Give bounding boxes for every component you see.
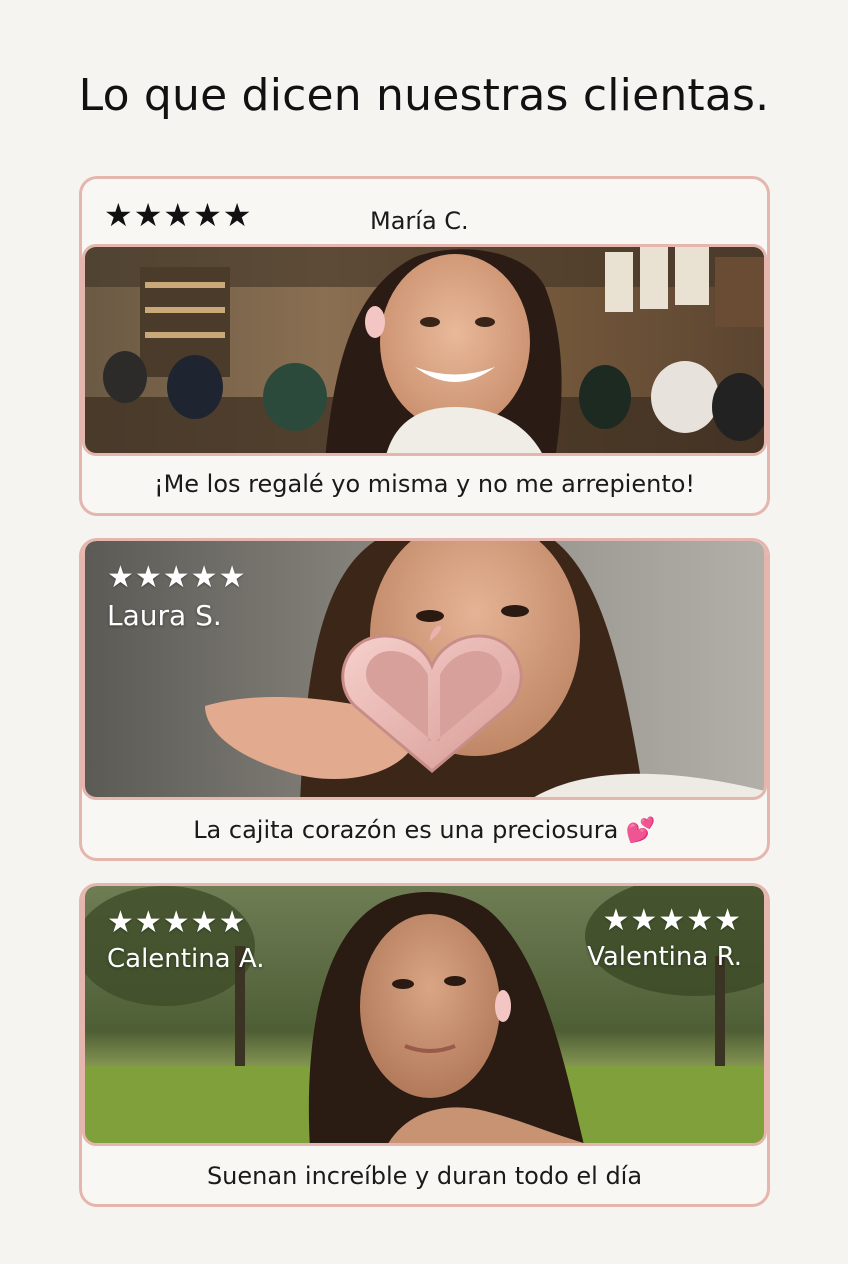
reviewer-name: María C.	[370, 207, 469, 235]
review-card-park: ★★★★★ Calentina A. ★★★★★ Valentina R. Su…	[79, 883, 770, 1207]
review-card-maria: ★★★★★ María C. ¡Me los regalé yo misma y…	[79, 176, 770, 516]
reviews-page: Lo que dicen nuestras clientas. ★★★★★ Ma…	[0, 0, 848, 1264]
review-photo-cafe	[82, 244, 767, 456]
review-photo-park: ★★★★★ Calentina A. ★★★★★ Valentina R.	[82, 886, 767, 1146]
rating-stars: ★★★★★	[104, 196, 253, 234]
rating-stars-left: ★★★★★	[107, 905, 247, 940]
review-card-laura: ★★★★★ Laura S. La cajita corazón es una …	[79, 538, 770, 861]
reviewer-name-right: Valentina R.	[587, 942, 742, 972]
review-quote: Suenan increíble y duran todo el día	[206, 1162, 643, 1190]
cafe-photo-illustration	[85, 247, 764, 453]
reviewer-name-left: Calentina A.	[107, 944, 265, 974]
rating-stars-right: ★★★★★	[602, 903, 742, 938]
review-quote: ¡Me los regalé yo misma y no me arrepien…	[153, 470, 696, 498]
rating-stars: ★★★★★	[107, 560, 247, 595]
review-photo-heart-case: ★★★★★ Laura S.	[82, 541, 767, 800]
review-quote: La cajita corazón es una preciosura 💕	[193, 816, 656, 844]
page-title: Lo que dicen nuestras clientas.	[78, 70, 770, 121]
reviewer-name: Laura S.	[107, 599, 222, 632]
